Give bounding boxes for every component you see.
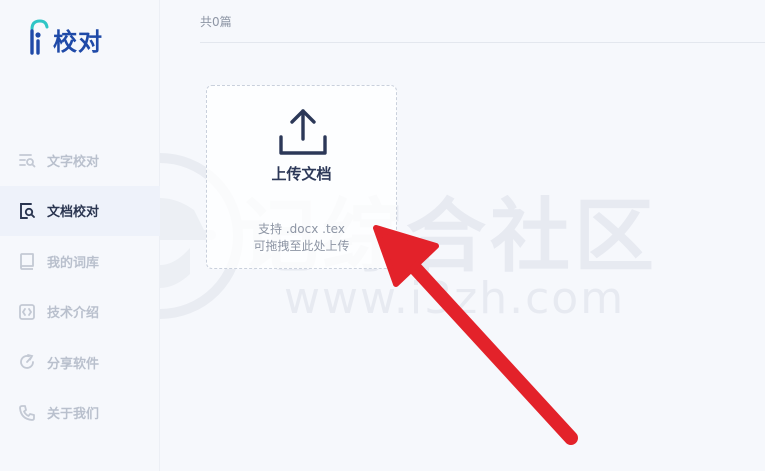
sidebar-item-about[interactable]: 关于我们 [0,388,160,439]
share-icon [18,353,36,371]
sidebar-item-label: 分享软件 [47,356,100,372]
upload-icon [279,109,327,155]
sidebar-item-share[interactable]: 分享软件 [0,337,160,388]
sidebar: 校对 文字校对 文档校对 我的词库 技术介绍 分享软件 关于我们 [0,0,160,471]
logo-icon [30,18,49,55]
upload-dropzone[interactable]: 上传文档 支持 .docx .tex 可拖拽至此处上传 [206,85,397,269]
sidebar-item-label: 文档校对 [47,205,100,221]
dictionary-icon [18,252,36,271]
sidebar-item-tech-intro[interactable]: 技术介绍 [0,287,160,338]
upload-supported-formats: 支持 .docx .tex [258,222,345,236]
phone-icon [18,404,36,422]
sidebar-item-dictionary[interactable]: 我的词库 [0,236,160,287]
upload-title: 上传文档 [271,165,332,183]
sidebar-item-label: 技术介绍 [47,306,100,322]
header-divider [200,42,765,43]
sidebar-item-label: 我的词库 [47,255,100,271]
app-name: 校对 [53,28,103,56]
document-count: 共0篇 [200,15,232,29]
upload-drag-hint: 可拖拽至此处上传 [253,239,350,253]
document-proof-icon [18,202,36,220]
sidebar-nav: 文字校对 文档校对 我的词库 技术介绍 分享软件 关于我们 [0,135,160,438]
text-proof-icon [18,151,36,169]
sidebar-item-label: 关于我们 [47,407,100,423]
sidebar-item-label: 文字校对 [47,154,100,170]
sidebar-item-text-proof[interactable]: 文字校对 [0,135,160,186]
tech-intro-icon [18,303,36,321]
sidebar-item-document-proof[interactable]: 文档校对 [0,185,160,236]
app-logo[interactable]: 校对 [28,16,103,57]
